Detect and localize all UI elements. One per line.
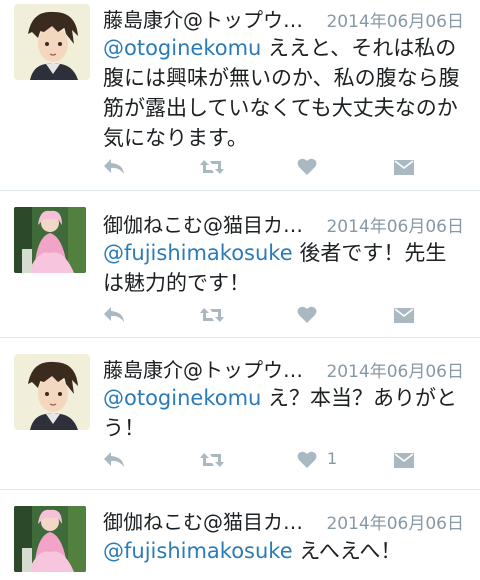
author-name[interactable]: 御伽ねこむ@猫目カ… (103, 209, 303, 238)
retweet-button[interactable] (198, 155, 226, 179)
tweet-text: @otoginekomu ええと、それは私の腹には興味が無いのか、私の腹なら腹筋… (103, 33, 465, 153)
reply-button[interactable] (100, 448, 128, 472)
like-icon (297, 158, 317, 175)
tweet-text: @fujishimakosuke 後者です！先生は魅力的です！ (103, 238, 465, 298)
avatar-fujishima[interactable] (14, 354, 90, 430)
message-icon (394, 308, 414, 323)
like-button[interactable] (293, 448, 321, 472)
mention-link[interactable]: @otoginekomu (103, 386, 261, 410)
avatar-fujishima[interactable] (14, 4, 90, 80)
tweet-text: @fujishimakosuke えへえへ！ (103, 536, 465, 566)
author-name[interactable]: 藤島康介@トップウ… (103, 4, 303, 33)
like-icon (297, 306, 317, 323)
mention-link[interactable]: @otoginekomu (103, 36, 261, 60)
tweet-date[interactable]: 2014年06月06日 (326, 212, 464, 237)
mention-link[interactable]: @fujishimakosuke (103, 539, 293, 563)
mention-link[interactable]: @fujishimakosuke (103, 241, 293, 265)
tweet[interactable]: 藤島康介@トップウ… 2014年06月06日 @otoginekomu え？本当… (0, 338, 480, 490)
message-icon (394, 453, 414, 468)
tweet-feed: 藤島康介@トップウ… 2014年06月06日 @otoginekomu ええと、… (0, 0, 480, 580)
like-button[interactable] (293, 303, 321, 327)
like-icon (297, 451, 317, 468)
reply-icon (104, 452, 124, 467)
like-button[interactable] (293, 155, 321, 179)
author-name[interactable]: 藤島康介@トップウ… (103, 354, 303, 383)
retweet-button[interactable] (198, 448, 226, 472)
message-button[interactable] (390, 155, 418, 179)
tweet[interactable]: 藤島康介@トップウ… 2014年06月06日 @otoginekomu ええと、… (0, 0, 480, 191)
message-icon (394, 160, 414, 175)
tweet-date[interactable]: 2014年06月06日 (326, 357, 464, 382)
tweet-text: @otoginekomu え？本当？ありがとう！ (103, 383, 465, 443)
retweet-icon (200, 308, 224, 322)
tweet-date[interactable]: 2014年06月06日 (326, 509, 464, 534)
retweet-icon (200, 160, 224, 174)
retweet-icon (200, 453, 224, 467)
tweet[interactable]: 御伽ねこむ@猫目カ… 2014年06月06日 @fujishimakosuke … (0, 191, 480, 338)
reply-button[interactable] (100, 155, 128, 179)
tweet-text-content: えへえへ！ (292, 539, 402, 563)
like-count: 1 (327, 449, 338, 468)
tweet-actions (100, 155, 420, 179)
tweet-actions: 1 (100, 448, 420, 472)
tweet-actions (100, 303, 420, 327)
reply-icon (104, 159, 124, 174)
retweet-button[interactable] (198, 303, 226, 327)
avatar-otoginekomu[interactable] (14, 506, 86, 572)
message-button[interactable] (390, 303, 418, 327)
reply-button[interactable] (100, 303, 128, 327)
message-button[interactable] (390, 448, 418, 472)
tweet-date[interactable]: 2014年06月06日 (326, 7, 464, 32)
author-name[interactable]: 御伽ねこむ@猫目カ… (103, 506, 303, 535)
avatar-otoginekomu[interactable] (14, 207, 86, 273)
reply-icon (104, 307, 124, 322)
